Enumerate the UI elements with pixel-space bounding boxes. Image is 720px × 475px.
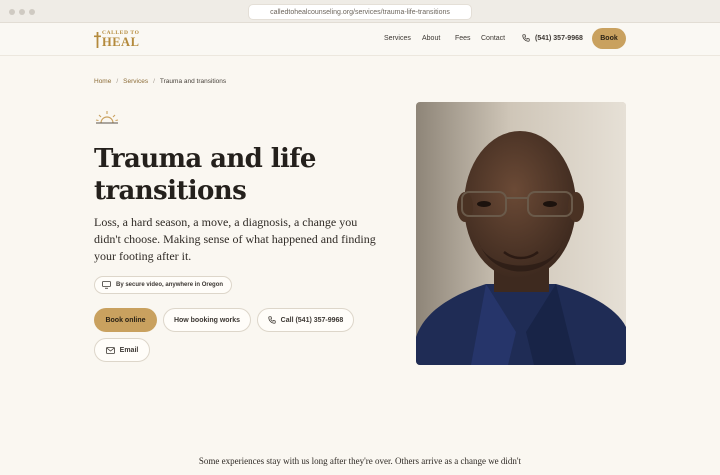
mail-icon bbox=[105, 346, 115, 354]
nav-about[interactable]: About bbox=[422, 35, 440, 42]
page-title: Trauma and life transitions bbox=[94, 144, 316, 206]
counselor-portrait-image bbox=[416, 102, 626, 365]
monitor-icon bbox=[102, 281, 111, 289]
nav-phone-link[interactable]: (541) 357-9968 bbox=[522, 34, 583, 42]
nav-services[interactable]: Services bbox=[384, 35, 411, 42]
video-availability-badge: By secure video, anywhere in Oregon bbox=[94, 276, 232, 294]
breadcrumb-separator: / bbox=[116, 78, 119, 85]
logo-wordmark: HEAL bbox=[102, 35, 140, 49]
sunrise-icon bbox=[95, 111, 119, 124]
phone-icon bbox=[522, 34, 530, 42]
window-close-dot[interactable] bbox=[9, 9, 15, 15]
call-button-label: Call (541) 357-9968 bbox=[280, 316, 344, 324]
breadcrumb-services[interactable]: Services bbox=[123, 78, 148, 85]
nav-phone-number: (541) 357-9968 bbox=[535, 34, 583, 42]
browser-chrome: calledtohealcounseling.org/services/trau… bbox=[0, 0, 720, 23]
breadcrumb: Home / Services / Trauma and transitions bbox=[94, 78, 226, 85]
phone-icon bbox=[268, 316, 276, 324]
window-minimize-dot[interactable] bbox=[19, 9, 25, 15]
body-paragraph: Some experiences stay with us long after… bbox=[198, 456, 522, 466]
breadcrumb-current: Trauma and transitions bbox=[159, 78, 227, 85]
breadcrumb-separator: / bbox=[153, 78, 155, 85]
intro-text: Loss, a hard season, a move, a diagnosis… bbox=[94, 215, 376, 263]
cross-icon bbox=[94, 32, 101, 48]
how-booking-works-button[interactable]: How booking works bbox=[163, 308, 251, 332]
site-logo[interactable]: CALLED TO HEAL bbox=[94, 30, 144, 50]
book-online-button[interactable]: Book online bbox=[94, 308, 157, 332]
site-header: CALLED TO HEAL Services About Fees Conta… bbox=[0, 23, 720, 56]
address-bar[interactable]: calledtohealcounseling.org/services/trau… bbox=[248, 4, 472, 20]
video-availability-text: By secure video, anywhere in Oregon bbox=[116, 282, 224, 288]
call-button[interactable]: Call (541) 357-9968 bbox=[257, 308, 354, 332]
counselor-photo bbox=[416, 102, 626, 365]
email-button[interactable]: Email bbox=[94, 338, 150, 362]
nav-fees[interactable]: Fees bbox=[455, 35, 471, 42]
window-maximize-dot[interactable] bbox=[29, 9, 35, 15]
email-button-label: Email bbox=[119, 346, 139, 354]
breadcrumb-home[interactable]: Home bbox=[94, 78, 111, 85]
nav-contact[interactable]: Contact bbox=[481, 35, 505, 42]
header-book-button[interactable]: Book bbox=[592, 28, 626, 49]
